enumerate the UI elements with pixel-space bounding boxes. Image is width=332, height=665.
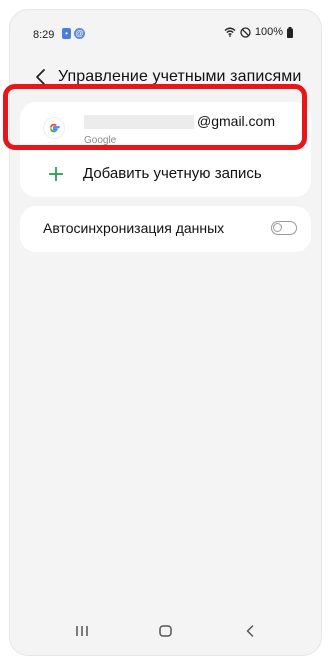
auto-sync-label: Автосинхронизация данных	[43, 220, 225, 236]
alarm-notification-icon: @	[74, 28, 85, 39]
add-account-label: Добавить учетную запись	[83, 165, 262, 182]
google-logo-icon	[44, 118, 64, 138]
navigation-bar	[10, 611, 321, 655]
home-icon[interactable]	[159, 625, 172, 637]
masked-email-block	[84, 115, 194, 129]
account-type-label: Google	[84, 135, 117, 146]
plus-icon	[49, 167, 63, 181]
auto-sync-toggle[interactable]	[271, 221, 297, 235]
battery-percent: 100%	[254, 26, 283, 38]
status-bar: 8:29 • @ 100%	[10, 10, 321, 54]
back-arrow-icon[interactable]	[34, 68, 48, 86]
do-not-disturb-icon	[240, 26, 251, 38]
account-email-suffix: @gmail.com	[197, 113, 276, 129]
status-right: 100%	[224, 26, 293, 38]
toggle-knob	[273, 223, 282, 232]
status-time: 8:29	[33, 29, 55, 41]
nav-back-icon[interactable]	[245, 625, 255, 637]
wifi-icon	[224, 27, 236, 37]
page-title: Управление учетными записями	[58, 68, 302, 85]
add-account-row[interactable]: Добавить учетную запись	[20, 158, 311, 194]
phone-screen: 8:29 • @ 100% Управление учетными запися…	[10, 10, 321, 655]
accounts-card: @gmail.com Google Добавить учетную запис…	[20, 102, 311, 197]
notification-icons: • @	[62, 28, 85, 39]
apps-notification-icon: •	[62, 28, 71, 39]
google-account-row[interactable]: @gmail.com Google	[20, 102, 311, 150]
auto-sync-card: Автосинхронизация данных	[20, 206, 311, 252]
header: Управление учетными записями	[10, 58, 321, 98]
battery-icon	[287, 26, 293, 38]
recent-apps-icon[interactable]	[75, 625, 89, 637]
